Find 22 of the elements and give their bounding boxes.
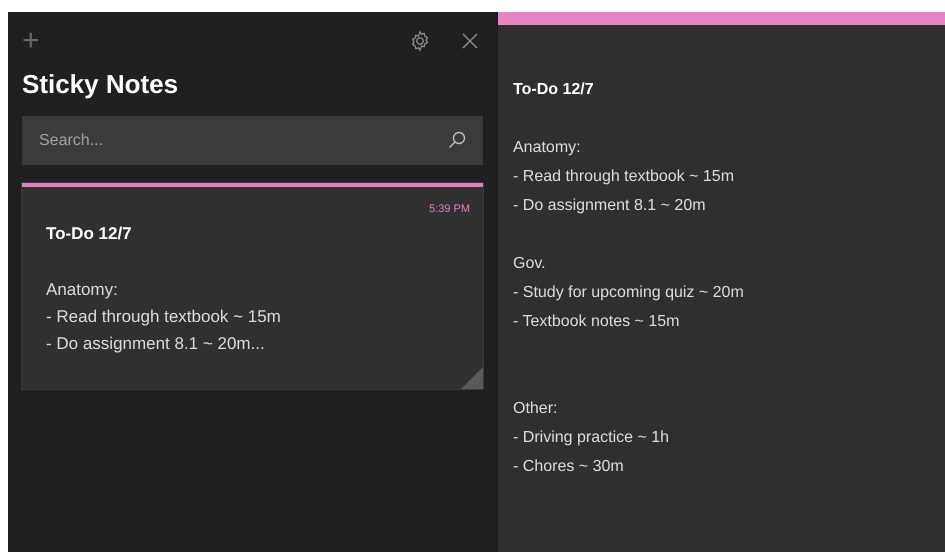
note-card[interactable]: 5:39 PM To-Do 12/7 Anatomy: - Read through textbook ~ 15m - Do assignment 8.1 ~ 20m... xyxy=(22,183,483,389)
note-title: To-Do 12/7 xyxy=(46,222,133,244)
note-line: Gov. xyxy=(513,254,547,274)
note-line: - Do assignment 8.1 ~ 20m xyxy=(513,196,707,216)
note-line: - Textbook notes ~ 15m xyxy=(513,312,680,332)
app-title: Sticky Notes xyxy=(22,71,180,97)
note-time: 5:39 PM xyxy=(429,202,470,217)
note-preview-line: Anatomy: xyxy=(46,279,119,301)
note-line: - Read through textbook ~ 15m xyxy=(513,167,736,187)
note-line: - Study for upcoming quiz ~ 20m xyxy=(513,283,745,303)
note-preview-line: - Do assignment 8.1 ~ 20m... xyxy=(46,333,266,355)
close-icon[interactable] xyxy=(461,32,479,50)
search-icon[interactable] xyxy=(448,131,466,149)
settings-icon[interactable] xyxy=(409,30,431,52)
note-line: Anatomy: xyxy=(513,138,582,158)
page-fold-icon xyxy=(461,367,483,389)
note-line: - Chores ~ 30m xyxy=(513,457,625,477)
note-line: Other: xyxy=(513,399,558,419)
note-preview-line: - Read through textbook ~ 15m xyxy=(46,306,282,328)
note-line: - Driving practice ~ 1h xyxy=(513,428,670,448)
note-title: To-Do 12/7 xyxy=(513,80,595,100)
search-field[interactable]: Search... xyxy=(22,116,483,165)
